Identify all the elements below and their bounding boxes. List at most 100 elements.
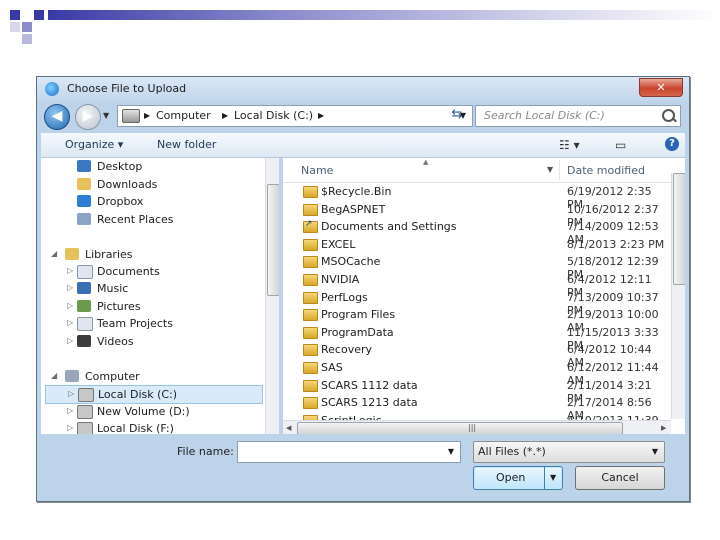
file-name: NVIDIA — [321, 273, 360, 286]
file-name-dropdown-icon[interactable]: ▼ — [448, 447, 454, 456]
nav-item-dropbox[interactable]: Dropbox — [77, 193, 257, 210]
file-name: PerfLogs — [321, 290, 368, 304]
drive-icon — [78, 388, 94, 402]
collapse-arrow-icon[interactable]: ▷ — [67, 283, 73, 292]
file-dialog: Choose File to Upload ✕ ◀ ▶ ▼ ▶ Computer… — [36, 76, 690, 502]
file-row[interactable]: $Recycle.Bin 6/19/2012 2:35 PM — [283, 183, 671, 211]
videos-icon — [77, 335, 91, 347]
file-name-input[interactable]: ▼ — [237, 441, 461, 463]
file-type-dropdown-icon[interactable]: ▼ — [652, 447, 658, 456]
documents-icon — [77, 265, 93, 279]
file-row[interactable]: ProgramData 11/15/2013 3:33 PM — [283, 324, 671, 352]
nav-item-local-disk-c[interactable]: ▷ Local Disk (C:) — [45, 385, 263, 404]
file-type-filter[interactable]: All Files (*.*) ▼ — [473, 441, 665, 463]
scroll-left-icon[interactable]: ◀ — [286, 424, 291, 432]
nav-item-pictures[interactable]: ▷ Pictures — [67, 298, 257, 315]
view-options-icon[interactable]: ☷ ▾ — [559, 138, 580, 152]
pictures-icon — [77, 300, 91, 312]
folder-icon — [303, 344, 318, 357]
column-header: ▲ Name ▼ Date modified — [283, 158, 671, 183]
file-row[interactable]: PerfLogs 7/13/2009 10:37 PM — [283, 289, 671, 317]
file-row[interactable]: Documents and Settings7/14/2009 12:53 AM — [283, 218, 671, 246]
cancel-button[interactable]: Cancel — [575, 466, 665, 490]
collapse-arrow-icon[interactable]: ▷ — [67, 406, 73, 415]
nav-item-team-projects[interactable]: ▷ Team Projects — [67, 315, 257, 332]
collapse-arrow-icon[interactable]: ▷ — [68, 389, 74, 398]
search-icon[interactable] — [662, 109, 675, 122]
scroll-right-icon[interactable]: ▶ — [661, 424, 666, 432]
libraries-icon — [65, 248, 79, 260]
file-row[interactable]: ScriptLogic4/10/2013 11:39 PM — [283, 412, 671, 420]
column-name[interactable]: Name — [301, 164, 333, 177]
nav-item-libraries[interactable]: ◢ Libraries — [51, 246, 251, 263]
nav-item-documents[interactable]: ▷ Documents — [67, 263, 257, 280]
file-row[interactable]: SAS 6/12/2012 11:44 AM — [283, 359, 671, 387]
preview-pane-icon[interactable]: ▭ — [615, 138, 626, 152]
file-row[interactable]: Recovery 6/4/2012 10:44 AM — [283, 341, 671, 369]
chevron-right-icon[interactable]: ▶ — [318, 111, 324, 120]
nav-item-desktop[interactable]: Desktop — [77, 158, 257, 175]
open-button[interactable]: Open ▼ — [473, 466, 563, 490]
nav-pane-scrollbar[interactable] — [265, 158, 279, 434]
file-name: EXCEL — [321, 237, 356, 251]
history-dropdown-icon[interactable]: ▼ — [103, 111, 109, 120]
scrollbar-thumb[interactable] — [267, 184, 279, 296]
nav-item-label: Local Disk (C:) — [98, 388, 178, 401]
address-bar[interactable]: ▶ Computer ▶ Local Disk (C:) ▶ ▼ — [117, 105, 473, 127]
nav-item-label: Libraries — [85, 248, 133, 261]
collapse-arrow-icon[interactable]: ▷ — [67, 301, 73, 310]
refresh-icon[interactable]: ⇆ — [443, 105, 471, 125]
nav-item-label: Downloads — [97, 178, 158, 191]
file-name: SCARS 1112 data — [321, 378, 418, 392]
column-date-modified[interactable]: Date modified — [567, 164, 645, 177]
breadcrumb-local-disk[interactable]: Local Disk (C:) — [234, 109, 313, 122]
file-list: $Recycle.Bin 6/19/2012 2:35 PM BegASPNET 10… — [283, 182, 671, 420]
chevron-right-icon[interactable]: ▶ — [222, 111, 228, 120]
folder-icon — [303, 274, 318, 286]
file-row[interactable]: MSOCache 5/18/2012 12:39 PM — [283, 253, 671, 281]
nav-item-computer[interactable]: ◢ Computer — [51, 368, 251, 385]
file-row[interactable]: NVIDIA 6/4/2012 12:11 PM — [283, 271, 671, 299]
nav-item-downloads[interactable]: Downloads — [77, 176, 257, 193]
column-filter-dropdown-icon[interactable]: ▼ — [547, 165, 553, 174]
file-list-vertical-scrollbar[interactable] — [671, 173, 685, 419]
nav-item-label: Videos — [97, 335, 134, 348]
back-button[interactable]: ◀ — [44, 104, 70, 130]
drive-icon — [77, 405, 93, 419]
file-row[interactable]: EXCEL 8/1/2013 2:23 PM — [283, 236, 671, 253]
file-list-horizontal-scrollbar[interactable]: ◀ ||| ▶ — [283, 420, 671, 434]
collapse-arrow-icon[interactable]: ▷ — [67, 423, 73, 432]
nav-item-new-volume-d[interactable]: ▷ New Volume (D:) — [67, 403, 257, 420]
forward-button[interactable]: ▶ — [75, 104, 101, 130]
collapse-arrow-icon[interactable]: ▷ — [67, 318, 73, 327]
breadcrumb-computer[interactable]: Computer — [156, 109, 211, 122]
organize-button[interactable]: Organize ▾ — [65, 138, 123, 151]
search-input[interactable]: Search Local Disk (C:) — [475, 105, 681, 127]
column-divider[interactable] — [559, 160, 560, 180]
help-icon[interactable]: ? — [665, 137, 679, 151]
file-row[interactable]: SCARS 1112 data 2/11/2014 3:21 PM — [283, 377, 671, 405]
close-button[interactable]: ✕ — [639, 78, 683, 97]
file-date: 8/1/2013 2:23 PM — [567, 237, 665, 251]
nav-item-videos[interactable]: ▷ Videos — [67, 333, 257, 350]
chevron-right-icon[interactable]: ▶ — [144, 111, 150, 120]
folder-icon — [303, 186, 318, 198]
expand-arrow-icon[interactable]: ◢ — [51, 249, 57, 258]
deco-square — [10, 10, 20, 20]
nav-item-local-disk-f[interactable]: ▷ Local Disk (F:) — [67, 420, 257, 434]
file-row[interactable]: BegASPNET 10/16/2012 2:37 PM — [283, 201, 671, 229]
window-title: Choose File to Upload — [67, 82, 187, 95]
nav-item-recent-places[interactable]: Recent Places — [77, 211, 257, 228]
nav-item-music[interactable]: ▷ Music — [67, 280, 257, 297]
nav-item-label: Dropbox — [97, 195, 144, 208]
collapse-arrow-icon[interactable]: ▷ — [67, 266, 73, 275]
navigation-pane: Desktop Downloads Dropbox Recent Places … — [41, 158, 279, 434]
collapse-arrow-icon[interactable]: ▷ — [67, 336, 73, 345]
file-row[interactable]: Program Files 2/19/2013 10:00 AM — [283, 306, 671, 334]
scrollbar-thumb[interactable] — [673, 173, 685, 285]
file-row[interactable]: SCARS 1213 data 2/17/2014 8:56 AM — [283, 394, 671, 420]
scrollbar-thumb[interactable]: ||| — [297, 422, 623, 434]
expand-arrow-icon[interactable]: ◢ — [51, 371, 57, 380]
new-folder-button[interactable]: New folder — [157, 138, 216, 151]
open-options-dropdown-icon[interactable]: ▼ — [550, 473, 556, 482]
